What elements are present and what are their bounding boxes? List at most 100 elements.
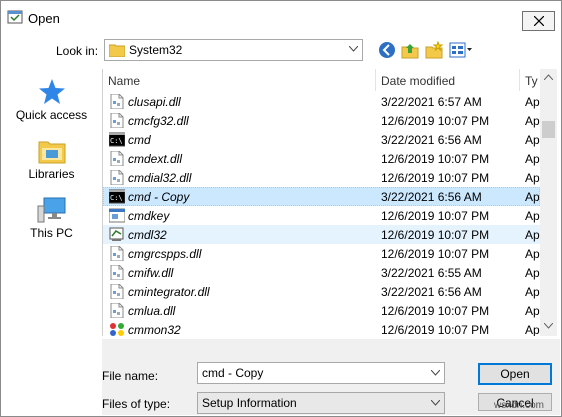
column-headers: Name Date modified Ty: [103, 69, 540, 91]
file-type: Ap: [525, 247, 540, 261]
file-name: cmd - Copy: [128, 190, 190, 204]
file-row[interactable]: cmdkey 12/6/2019 10:07 PM Ap: [103, 206, 540, 225]
file-name: cmgrcspps.dll: [128, 247, 202, 261]
file-date: 12/6/2019 10:07 PM: [381, 247, 490, 261]
chevron-down-icon: [431, 400, 440, 406]
column-header-name[interactable]: Name: [108, 74, 140, 88]
new-folder-button[interactable]: [425, 40, 444, 59]
file-type-value: Setup Information: [202, 396, 297, 410]
chevron-down-icon[interactable]: [431, 370, 440, 376]
file-name: cmmon32: [128, 323, 181, 336]
file-row[interactable]: cmdl32 12/6/2019 10:07 PM Ap: [103, 225, 540, 244]
cm-monitor-icon: [109, 322, 125, 336]
close-button[interactable]: [522, 11, 555, 31]
file-row[interactable]: cmintegrator.dll 3/22/2021 6:56 AM Ap: [103, 282, 540, 301]
file-date: 3/22/2021 6:55 AM: [381, 266, 482, 280]
file-date: 12/6/2019 10:07 PM: [381, 209, 490, 223]
file-name: cmintegrator.dll: [128, 285, 210, 299]
column-divider[interactable]: [519, 69, 520, 91]
dll-icon: [109, 93, 125, 110]
file-type: Ap: [525, 152, 540, 166]
file-date: 12/6/2019 10:07 PM: [381, 228, 490, 242]
up-folder-button[interactable]: [401, 41, 419, 59]
file-name: cmdkey: [128, 209, 170, 223]
file-row[interactable]: cmdext.dll 12/6/2019 10:07 PM Ap: [103, 149, 540, 168]
vertical-scrollbar[interactable]: [540, 69, 557, 336]
svg-text:C:\: C:\: [110, 194, 123, 202]
file-date: 3/22/2021 6:56 AM: [381, 190, 482, 204]
connection-manager-icon: [109, 227, 125, 242]
dll-icon: [109, 302, 125, 319]
chevron-down-icon: [349, 46, 358, 52]
back-icon: [379, 42, 395, 58]
app-icon: [7, 10, 23, 24]
folder-icon: [109, 44, 125, 57]
dll-icon: [109, 150, 125, 167]
console-icon: C:\: [108, 189, 126, 204]
file-type: Ap: [525, 285, 540, 299]
place-this-pc[interactable]: This PC: [1, 196, 102, 240]
file-date: 12/6/2019 10:07 PM: [381, 323, 490, 336]
scroll-down-icon[interactable]: [544, 323, 553, 329]
scroll-thumb[interactable]: [542, 121, 555, 138]
file-date: 3/22/2021 6:56 AM: [381, 285, 482, 299]
bottom-panel: File name: cmd - Copy Files of type: Set…: [102, 339, 560, 415]
scroll-up-icon[interactable]: [544, 74, 553, 80]
up-folder-icon: [401, 44, 419, 59]
file-list[interactable]: Name Date modified Ty clusapi.dll 3/22/20…: [102, 69, 561, 336]
libraries-icon: [38, 141, 65, 164]
place-quick-access[interactable]: Quick access: [1, 78, 102, 122]
file-row[interactable]: cmlua.dll 12/6/2019 10:07 PM Ap: [103, 301, 540, 320]
open-button[interactable]: Open: [478, 363, 552, 385]
column-header-date[interactable]: Date modified: [381, 74, 455, 88]
file-name: cmdial32.dll: [128, 171, 192, 185]
quick-access-icon: [38, 79, 65, 104]
file-type: Ap: [525, 323, 540, 336]
file-row[interactable]: cmgrcspps.dll 12/6/2019 10:07 PM Ap: [103, 244, 540, 263]
file-name-label: File name:: [102, 369, 159, 383]
column-header-type[interactable]: Ty: [525, 74, 538, 88]
file-type: Ap: [525, 133, 540, 147]
look-in-dropdown[interactable]: System32: [104, 39, 363, 61]
back-button[interactable]: [378, 41, 396, 59]
place-libraries[interactable]: Libraries: [1, 137, 102, 181]
file-row[interactable]: C:\ cmd - Copy 3/22/2021 6:56 AM Ap: [103, 187, 540, 206]
file-name: cmifw.dll: [128, 266, 174, 280]
file-type: Ap: [525, 228, 540, 242]
file-type-dropdown[interactable]: Setup Information: [197, 392, 445, 414]
file-row[interactable]: cmmon32 12/6/2019 10:07 PM Ap: [103, 320, 540, 336]
places-bar: Quick access Libraries This PC: [1, 69, 102, 415]
file-date: 12/6/2019 10:07 PM: [381, 152, 490, 166]
dll-icon: [109, 245, 125, 262]
watermark: wsxdn.com: [494, 400, 545, 411]
file-name-input[interactable]: cmd - Copy: [197, 362, 445, 384]
place-label: Quick access: [15, 108, 88, 122]
new-folder-icon: [425, 40, 444, 59]
file-row[interactable]: C:\ cmd 3/22/2021 6:56 AM Ap: [103, 130, 540, 149]
console-icon: C:\: [108, 132, 126, 147]
file-name: clusapi.dll: [128, 95, 181, 109]
file-type: Ap: [525, 114, 540, 128]
file-row[interactable]: cmifw.dll 3/22/2021 6:55 AM Ap: [103, 263, 540, 282]
file-type: Ap: [525, 304, 540, 318]
file-type: Ap: [525, 190, 540, 204]
file-row[interactable]: clusapi.dll 3/22/2021 6:57 AM Ap: [103, 92, 540, 111]
file-date: 3/22/2021 6:57 AM: [381, 95, 482, 109]
view-menu-icon: [449, 42, 472, 58]
file-date: 12/6/2019 10:07 PM: [381, 304, 490, 318]
column-divider[interactable]: [375, 69, 376, 91]
file-type: Ap: [525, 95, 540, 109]
file-row[interactable]: cmdial32.dll 12/6/2019 10:07 PM Ap: [103, 168, 540, 187]
dll-icon: [109, 283, 125, 300]
look-in-value: System32: [129, 43, 183, 57]
exe-icon: [108, 208, 126, 223]
this-pc-icon: [37, 197, 65, 223]
file-date: 3/22/2021 6:56 AM: [381, 133, 482, 147]
file-type: Ap: [525, 171, 540, 185]
look-in-label: Look in:: [56, 44, 99, 58]
file-name: cmdext.dll: [128, 152, 183, 166]
view-menu-button[interactable]: [449, 41, 473, 59]
file-row[interactable]: cmcfg32.dll 12/6/2019 10:07 PM Ap: [103, 111, 540, 130]
file-date: 12/6/2019 10:07 PM: [381, 171, 490, 185]
place-label: This PC: [30, 226, 73, 240]
